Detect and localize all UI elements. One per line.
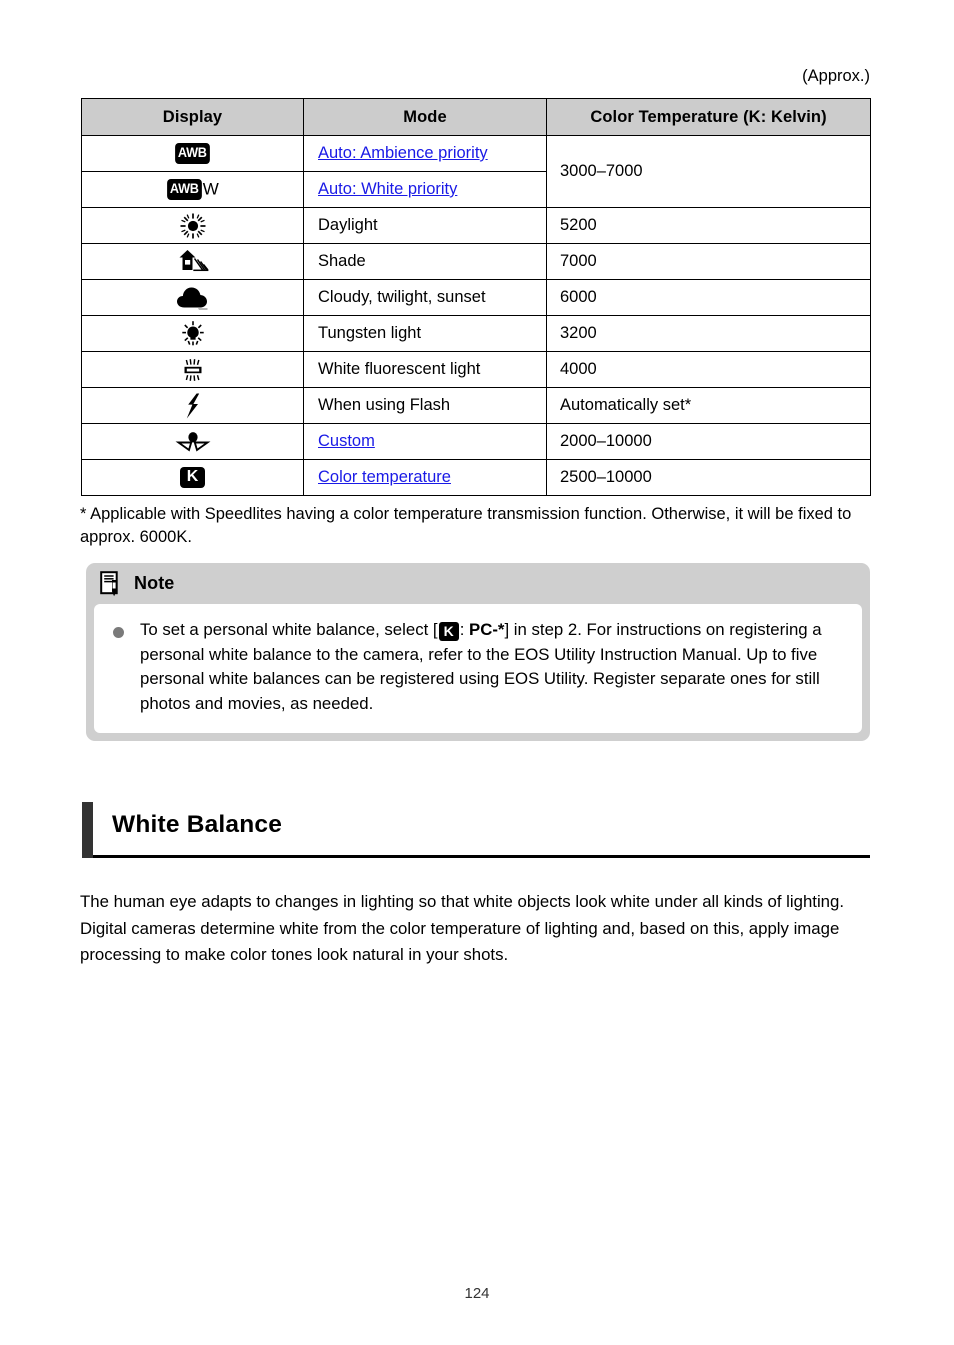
bullet-icon xyxy=(113,627,124,638)
cell-mode: Tungsten light xyxy=(303,315,547,352)
awb-w-suffix: W xyxy=(202,179,219,199)
column-header-temperature: Color Temperature (K: Kelvin) xyxy=(546,98,871,136)
table-row: White fluorescent light 4000 xyxy=(81,351,871,388)
page-number: 124 xyxy=(464,1285,490,1302)
cell-mode: Auto: White priority xyxy=(303,171,547,208)
cell-display xyxy=(81,243,304,280)
tungsten-bulb-icon xyxy=(178,320,208,348)
cell-mode: Custom xyxy=(303,423,547,460)
note-header: Note xyxy=(86,563,870,604)
mode-link-auto-white[interactable]: Auto: White priority xyxy=(318,180,457,198)
cloudy-cloud-icon xyxy=(175,285,211,311)
table-footnote: * Applicable with Speedlites having a co… xyxy=(80,505,852,546)
cell-display xyxy=(81,423,304,460)
cell-display: AWB W xyxy=(81,171,304,208)
cell-temperature: 6000 xyxy=(546,279,871,316)
cell-temperature: 2000–10000 xyxy=(546,423,871,460)
flash-bolt-icon xyxy=(183,392,203,420)
table-row: K Color temperature 2500–10000 xyxy=(81,459,871,496)
cell-display: AWB xyxy=(81,135,304,172)
cell-display xyxy=(81,351,304,388)
kelvin-badge-icon: K xyxy=(438,622,459,641)
note-title: Note xyxy=(134,573,175,593)
note-callout: Note To set a personal white balance, se… xyxy=(86,563,870,741)
note-text-part2: : xyxy=(459,620,470,639)
shade-house-icon xyxy=(176,248,210,275)
cell-temperature: Automatically set* xyxy=(546,387,871,424)
cell-mode: When using Flash xyxy=(303,387,547,424)
note-body: To set a personal white balance, select … xyxy=(94,604,862,733)
cell-temperature: 3200 xyxy=(546,315,871,352)
cell-display xyxy=(81,279,304,316)
section-paragraph: The human eye adapts to changes in light… xyxy=(80,892,845,964)
cell-temperature: 4000 xyxy=(546,351,871,388)
note-text: To set a personal white balance, select … xyxy=(140,618,846,716)
note-document-pen-icon xyxy=(100,570,121,597)
section-accent-bar xyxy=(82,802,93,858)
table-row: When using Flash Automatically set* xyxy=(81,387,871,424)
cell-temperature: 5200 xyxy=(546,207,871,244)
mode-link-auto-ambience[interactable]: Auto: Ambience priority xyxy=(318,144,488,162)
approx-label: (Approx.) xyxy=(802,67,870,85)
cell-display xyxy=(81,387,304,424)
cell-mode: Cloudy, twilight, sunset xyxy=(303,279,547,316)
cell-mode: White fluorescent light xyxy=(303,351,547,388)
note-code-pc: PC-* xyxy=(469,620,505,639)
table-header-row: Display Mode Color Temperature (K: Kelvi… xyxy=(81,98,871,136)
table-row: Cloudy, twilight, sunset 6000 xyxy=(81,279,871,316)
cell-display xyxy=(81,315,304,352)
white-balance-table: Display Mode Color Temperature (K: Kelvi… xyxy=(81,98,871,496)
daylight-sun-icon xyxy=(178,212,208,240)
cell-mode: Daylight xyxy=(303,207,547,244)
awb-w-badge-icon: AWB W xyxy=(166,179,219,200)
kelvin-badge-icon: K xyxy=(179,467,206,488)
table-row: Custom 2000–10000 xyxy=(81,423,871,460)
cell-mode: Shade xyxy=(303,243,547,280)
fluorescent-tube-icon xyxy=(178,356,208,384)
cell-temperature: 2500–10000 xyxy=(546,459,871,496)
mode-link-custom[interactable]: Custom xyxy=(318,432,375,450)
table-row: AWB Auto: Ambience priority 3000–7000 xyxy=(81,135,871,208)
cell-temperature: 3000–7000 xyxy=(546,135,871,208)
custom-wb-icon xyxy=(175,430,211,454)
cell-temperature: 7000 xyxy=(546,243,871,280)
cell-mode: Auto: Ambience priority xyxy=(303,135,547,172)
cell-display: K xyxy=(81,459,304,496)
table-row: Tungsten light 3200 xyxy=(81,315,871,352)
note-text-part1: To set a personal white balance, select … xyxy=(140,620,438,639)
table-row: Shade 7000 xyxy=(81,243,871,280)
mode-link-color-temperature[interactable]: Color temperature xyxy=(318,468,451,486)
section-divider xyxy=(93,855,870,858)
table-row: Daylight 5200 xyxy=(81,207,871,244)
cell-mode: Color temperature xyxy=(303,459,547,496)
awb-badge-icon: AWB xyxy=(174,143,211,164)
document-page: (Approx.) Display Mode Color Temperature… xyxy=(0,0,954,1345)
column-header-display: Display xyxy=(81,98,304,136)
note-list-item: To set a personal white balance, select … xyxy=(110,618,846,716)
column-header-mode: Mode xyxy=(303,98,547,136)
page-title: White Balance xyxy=(112,811,283,838)
cell-display xyxy=(81,207,304,244)
